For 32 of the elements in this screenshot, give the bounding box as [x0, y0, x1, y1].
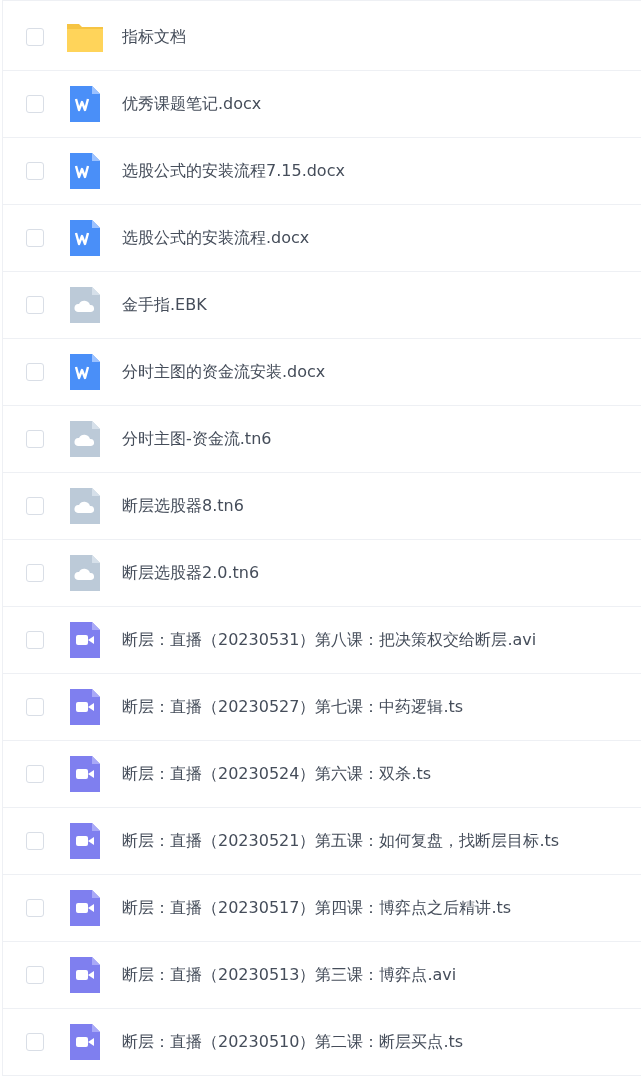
file-name[interactable]: 断层：直播（20230517）第四课：博弈点之后精讲.ts: [122, 897, 512, 919]
file-name[interactable]: 断层：直播（20230513）第三课：博弈点.avi: [122, 964, 457, 986]
checkbox[interactable]: [26, 966, 44, 984]
file-name[interactable]: 选股公式的安装流程7.15.docx: [122, 160, 345, 182]
checkbox[interactable]: [26, 564, 44, 582]
checkbox[interactable]: [26, 698, 44, 716]
file-name[interactable]: 断层：直播（20230531）第八课：把决策权交给断层.avi: [122, 629, 537, 651]
checkbox[interactable]: [26, 1033, 44, 1051]
file-name[interactable]: 金手指.EBK: [122, 294, 207, 316]
checkbox[interactable]: [26, 430, 44, 448]
checkbox[interactable]: [26, 296, 44, 314]
checkbox[interactable]: [26, 832, 44, 850]
checkbox[interactable]: [26, 631, 44, 649]
file-name[interactable]: 选股公式的安装流程.docx: [122, 227, 310, 249]
file-name[interactable]: 断层：直播（20230510）第二课：断层买点.ts: [122, 1031, 464, 1053]
file-name[interactable]: 断层选股器2.0.tn6: [122, 562, 260, 584]
checkbox[interactable]: [26, 28, 44, 46]
file-name[interactable]: 断层：直播（20230524）第六课：双杀.ts: [122, 763, 432, 785]
checkbox[interactable]: [26, 162, 44, 180]
checkbox[interactable]: [26, 899, 44, 917]
file-name[interactable]: 指标文档: [122, 26, 186, 48]
checkbox[interactable]: [26, 497, 44, 515]
checkbox[interactable]: [26, 363, 44, 381]
checkbox[interactable]: [26, 765, 44, 783]
file-name[interactable]: 优秀课题笔记.docx: [122, 93, 262, 115]
file-name[interactable]: 断层：直播（20230527）第七课：中药逻辑.ts: [122, 696, 464, 718]
checkbox[interactable]: [26, 229, 44, 247]
file-name[interactable]: 断层选股器8.tn6: [122, 495, 244, 517]
file-name[interactable]: 分时主图-资金流.tn6: [122, 428, 272, 450]
checkbox[interactable]: [26, 95, 44, 113]
file-name[interactable]: 断层：直播（20230521）第五课：如何复盘，找断层目标.ts: [122, 830, 560, 852]
file-name[interactable]: 分时主图的资金流安装.docx: [122, 361, 326, 383]
